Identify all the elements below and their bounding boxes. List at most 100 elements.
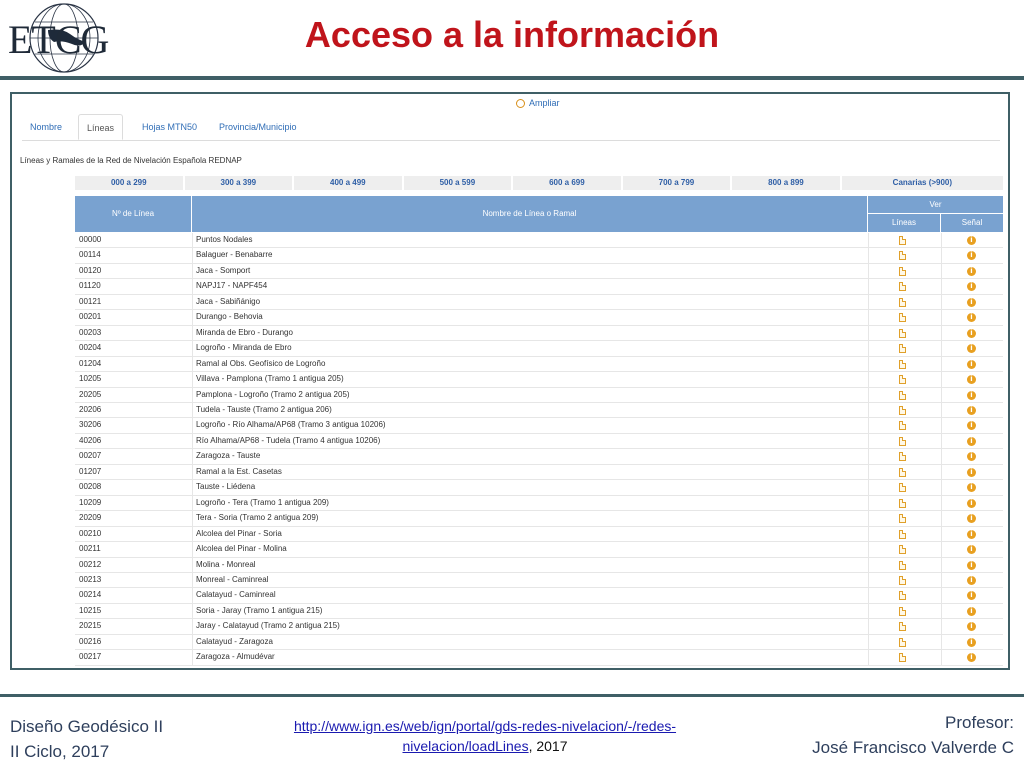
source-link-line1[interactable]: http://www.ign.es/web/ign/portal/gds-red… [294, 718, 676, 734]
document-icon[interactable] [899, 436, 906, 446]
info-icon[interactable]: i [967, 390, 976, 400]
info-icon[interactable]: i [967, 498, 976, 508]
range-link[interactable]: 700 a 799 [622, 176, 731, 190]
info-icon[interactable]: i [967, 560, 976, 570]
document-icon[interactable] [899, 529, 906, 539]
document-icon[interactable] [899, 405, 906, 415]
line-number: 00216 [79, 636, 102, 646]
range-link[interactable]: 800 a 899 [732, 176, 840, 190]
course-name: Diseño Geodésico II [10, 717, 164, 736]
document-icon[interactable] [899, 344, 906, 354]
range-link[interactable]: Canarias (>900) [841, 176, 1004, 190]
table-row: 10215 Soria - Jaray (Tramo 1 antigua 215)… [75, 603, 1003, 620]
line-number: 40206 [79, 435, 102, 445]
info-icon[interactable]: i [967, 591, 976, 601]
ampliar-link[interactable]: Ampliar [516, 98, 560, 109]
tab-nombre[interactable]: Nombre [22, 114, 70, 140]
document-icon[interactable] [899, 421, 906, 431]
info-icon[interactable]: i [967, 653, 976, 663]
table-row: 00201 Durango - Behovia i [75, 310, 1003, 326]
document-icon[interactable] [899, 514, 906, 524]
tab-provincia-municipio[interactable]: Provincia/Municipio [211, 114, 305, 140]
info-icon[interactable]: i [967, 575, 976, 585]
info-icon[interactable]: i [967, 266, 976, 276]
line-number: 00208 [79, 482, 102, 492]
info-icon[interactable]: i [967, 297, 976, 307]
source-link-line2[interactable]: nivelacion/loadLines [402, 738, 528, 754]
info-icon[interactable]: i [967, 328, 976, 338]
column-header-senal: Señal [941, 214, 1003, 232]
info-icon[interactable]: i [967, 545, 976, 555]
line-name: Puntos Nodales [196, 235, 253, 244]
document-icon[interactable] [899, 545, 906, 555]
info-icon[interactable]: i [967, 529, 976, 539]
table-row: 10209 Logroño - Tera (Tramo 1 antigua 209… [75, 495, 1003, 512]
info-icon[interactable]: i [967, 452, 976, 462]
document-icon[interactable] [899, 328, 906, 338]
info-icon[interactable]: i [967, 637, 976, 647]
line-name: Jaca - Somport [196, 265, 251, 275]
info-icon[interactable]: i [967, 405, 976, 415]
document-icon[interactable] [899, 498, 906, 508]
line-name: Logroño - Miranda de Ebro [196, 343, 292, 353]
info-icon[interactable]: i [967, 622, 976, 632]
document-icon[interactable] [899, 297, 906, 307]
range-link[interactable]: 300 a 399 [184, 176, 293, 190]
info-icon[interactable]: i [967, 436, 976, 446]
document-icon[interactable] [899, 575, 906, 585]
info-icon[interactable]: i [967, 236, 976, 245]
table-row: 00121 Jaca - Sabiñánigo i [75, 294, 1003, 311]
line-name: Balaguer - Benabarre [196, 250, 273, 260]
range-link[interactable]: 000 a 299 [75, 176, 183, 190]
tab-lineas[interactable]: Líneas [78, 114, 124, 140]
document-icon[interactable] [899, 452, 906, 462]
line-number: 00214 [79, 590, 102, 600]
table-row: 00214 Calatayud - Caminreal i [75, 588, 1003, 604]
line-name: Logroño - Tera (Tramo 1 antigua 209) [196, 497, 329, 507]
tab-hojas-mtn50[interactable]: Hojas MTN50 [134, 114, 205, 140]
line-number: 00217 [79, 652, 102, 662]
info-icon[interactable]: i [967, 375, 976, 385]
document-icon[interactable] [899, 637, 906, 647]
info-icon[interactable]: i [967, 313, 976, 323]
document-icon[interactable] [899, 483, 906, 493]
info-icon[interactable]: i [967, 359, 976, 369]
document-icon[interactable] [899, 622, 906, 632]
range-link[interactable]: 400 a 499 [294, 176, 402, 190]
info-icon[interactable]: i [967, 606, 976, 616]
document-icon[interactable] [899, 359, 906, 369]
document-icon[interactable] [899, 653, 906, 663]
info-icon[interactable]: i [967, 514, 976, 524]
info-icon[interactable]: i [967, 282, 976, 292]
document-icon[interactable] [899, 606, 906, 616]
document-icon[interactable] [899, 467, 906, 477]
document-icon[interactable] [899, 313, 906, 323]
document-icon[interactable] [899, 251, 906, 261]
line-name: NAPJ17 - NAPF454 [196, 281, 268, 291]
document-icon[interactable] [899, 266, 906, 276]
bottom-divider [0, 694, 1024, 697]
ampliar-label: Ampliar [529, 98, 560, 108]
table-row: 40206 Río Alhama/AP68 - Tudela (Tramo 4 a… [75, 433, 1003, 450]
line-name: Logroño - Río Alhama/AP68 (Tramo 3 antig… [196, 420, 386, 430]
page-title: Acceso a la información [304, 14, 720, 55]
range-link[interactable]: 600 a 699 [513, 176, 621, 190]
document-icon[interactable] [899, 591, 906, 601]
range-link[interactable]: 500 a 599 [403, 176, 512, 190]
document-icon[interactable] [899, 390, 906, 400]
table-row: 01204 Ramal al Obs. Geofísico de Logroño i [75, 356, 1003, 373]
document-icon[interactable] [899, 560, 906, 570]
document-icon[interactable] [899, 282, 906, 292]
table-row: 00217 Zaragoza - Almudévar i [75, 650, 1003, 666]
document-icon[interactable] [899, 375, 906, 385]
line-number: 00211 [79, 544, 101, 554]
document-icon[interactable] [899, 236, 906, 245]
info-icon[interactable]: i [967, 421, 976, 431]
info-icon[interactable]: i [967, 467, 976, 477]
info-icon[interactable]: i [967, 483, 976, 493]
info-icon[interactable]: i [967, 251, 976, 261]
line-name: Zaragoza - Tauste [196, 451, 261, 461]
line-number: 20205 [79, 389, 102, 399]
info-icon[interactable]: i [967, 344, 976, 354]
section-subtitle: Líneas y Ramales de la Red de Nivelación… [20, 156, 242, 165]
